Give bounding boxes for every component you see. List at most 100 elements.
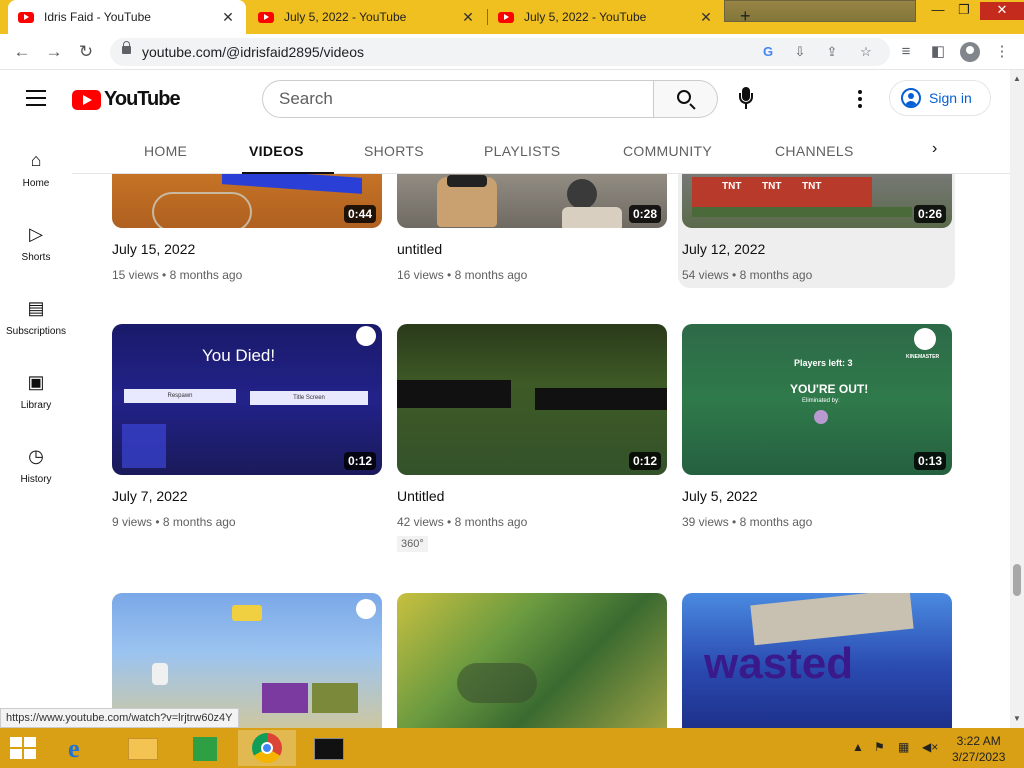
- video-grid: 0:44 July 15, 2022 15 views • 8 months a…: [72, 174, 1010, 728]
- share-icon[interactable]: ⇪: [824, 44, 840, 60]
- video-title[interactable]: untitled: [397, 241, 442, 257]
- page-scrollbar[interactable]: ▲ ▼: [1010, 70, 1024, 728]
- maximize-button[interactable]: ❐: [950, 2, 978, 20]
- browser-tab-active[interactable]: Idris Faid - YouTube ✕: [8, 0, 246, 34]
- settings-kebab-icon[interactable]: [858, 90, 862, 111]
- url-text[interactable]: youtube.com/@idrisfaid2895/videos: [142, 44, 364, 60]
- subscriptions-icon: ▤: [27, 298, 45, 318]
- scroll-down-arrow-icon[interactable]: ▼: [1013, 714, 1021, 723]
- browser-tab[interactable]: July 5, 2022 - YouTube ✕: [488, 0, 724, 34]
- video-thumbnail[interactable]: 0:28: [397, 174, 667, 228]
- mini-guide-sidebar: ⌂ Home ▷ Shorts ▤ Subscriptions ▣ Librar…: [0, 128, 72, 728]
- windows-start-icon[interactable]: [10, 737, 36, 759]
- wasted-text: wasted: [704, 639, 854, 688]
- guide-item-library[interactable]: ▣ Library: [0, 370, 72, 430]
- search-box[interactable]: [262, 80, 654, 118]
- network-icon[interactable]: ▦: [898, 740, 909, 754]
- youtube-play-logo-icon: [72, 89, 101, 110]
- video-views: 42 views: [397, 515, 444, 529]
- video-thumbnail[interactable]: Players left: 3 YOU'RE OUT! Eliminated b…: [682, 324, 952, 475]
- reload-icon[interactable]: ↻: [76, 42, 96, 62]
- video-meta: 39 views • 8 months ago: [682, 515, 813, 529]
- youtube-logo[interactable]: YouTube: [72, 88, 181, 111]
- address-toolbar: ← → ↻ youtube.com/@idrisfaid2895/videos …: [0, 34, 1024, 70]
- kinemaster-watermark: KINEMASTER: [906, 354, 940, 360]
- tab-close-icon[interactable]: ✕: [460, 9, 476, 26]
- voice-search-mic-icon[interactable]: [738, 87, 754, 111]
- guide-item-label: Shorts: [21, 252, 51, 263]
- browser-tab[interactable]: July 5, 2022 - YouTube ✕: [248, 0, 486, 34]
- tab-title: July 5, 2022 - YouTube: [524, 10, 647, 24]
- close-window-button[interactable]: ✕: [980, 2, 1024, 20]
- internet-explorer-taskbar-icon[interactable]: e: [54, 730, 112, 766]
- search-icon: [677, 90, 691, 104]
- video-title[interactable]: Untitled: [397, 488, 444, 504]
- guide-item-shorts[interactable]: ▷ Shorts: [0, 222, 72, 282]
- omnibox[interactable]: youtube.com/@idrisfaid2895/videos G ⇩ ⇪ …: [110, 38, 890, 66]
- video-views: 9 views: [112, 515, 153, 529]
- tab-channels[interactable]: CHANNELS: [775, 143, 854, 159]
- tab-community[interactable]: COMMUNITY: [623, 143, 712, 159]
- reading-list-icon[interactable]: ≡: [896, 42, 916, 62]
- link-status-bubble: https://www.youtube.com/watch?v=lrjtrw60…: [0, 708, 239, 728]
- search-input[interactable]: [263, 81, 653, 117]
- respawn-button-image: Respawn: [124, 389, 236, 403]
- side-panel-icon[interactable]: ◧: [928, 42, 948, 62]
- lock-icon[interactable]: [122, 41, 131, 54]
- profile-avatar-icon[interactable]: [960, 42, 980, 62]
- video-title[interactable]: July 7, 2022: [112, 488, 188, 504]
- menu-hamburger-icon[interactable]: [26, 90, 46, 106]
- chrome-taskbar-icon[interactable]: [238, 730, 296, 766]
- minimize-button[interactable]: —: [924, 2, 952, 20]
- video-views: 39 views: [682, 515, 729, 529]
- guide-item-subscriptions[interactable]: ▤ Subscriptions: [0, 296, 72, 356]
- browser-menu-icon[interactable]: ⋮: [992, 42, 1012, 62]
- tab-shorts[interactable]: SHORTS: [364, 143, 424, 159]
- history-icon: ◷: [28, 446, 44, 466]
- command-prompt-taskbar-icon[interactable]: [300, 730, 358, 766]
- volume-muted-icon[interactable]: ◀×: [922, 740, 938, 754]
- guide-item-history[interactable]: ◷ History: [0, 444, 72, 504]
- file-explorer-taskbar-icon[interactable]: [114, 730, 172, 766]
- taskbar-clock[interactable]: 3:22 AM 3/27/2023: [952, 733, 1005, 765]
- install-app-icon[interactable]: ⇩: [792, 44, 808, 60]
- video-age: 8 months ago: [169, 268, 243, 282]
- tab-close-icon[interactable]: ✕: [220, 9, 236, 26]
- tab-home[interactable]: HOME: [144, 143, 187, 159]
- video-meta: 9 views • 8 months ago: [112, 515, 236, 529]
- video-meta: 42 views • 8 months ago: [397, 515, 528, 529]
- google-lens-icon[interactable]: G: [760, 44, 776, 60]
- video-thumbnail[interactable]: TNT TNT TNT 0:26: [682, 174, 952, 228]
- guide-item-home[interactable]: ⌂ Home: [0, 148, 72, 208]
- sign-in-label: Sign in: [929, 90, 972, 106]
- sign-in-button[interactable]: Sign in: [889, 80, 991, 116]
- forward-arrow-icon[interactable]: →: [44, 42, 64, 62]
- video-title[interactable]: July 12, 2022: [682, 241, 765, 257]
- youtube-favicon-icon: [18, 11, 34, 23]
- bookmark-star-icon[interactable]: ☆: [858, 44, 874, 60]
- tab-playlists[interactable]: PLAYLISTS: [484, 143, 560, 159]
- show-hidden-icons-icon[interactable]: ▲: [852, 740, 864, 754]
- video-age: 8 months ago: [162, 515, 236, 529]
- you-died-text: You Died!: [202, 346, 276, 365]
- search-button[interactable]: [654, 80, 718, 118]
- chevron-right-icon[interactable]: ›: [932, 140, 937, 158]
- new-tab-button[interactable]: +: [740, 6, 751, 27]
- back-arrow-icon[interactable]: ←: [12, 42, 32, 62]
- video-thumbnail[interactable]: wasted: [682, 593, 952, 728]
- tab-close-icon[interactable]: ✕: [698, 9, 714, 26]
- title-screen-button-image: Title Screen: [250, 391, 368, 405]
- video-thumbnail[interactable]: [397, 593, 667, 728]
- video-thumbnail[interactable]: You Died! Respawn Title Screen 0:12: [112, 324, 382, 475]
- video-title[interactable]: July 5, 2022: [682, 488, 758, 504]
- tab-videos[interactable]: VIDEOS: [249, 143, 304, 159]
- video-duration: 0:44: [343, 205, 376, 223]
- store-taskbar-icon[interactable]: [176, 730, 234, 766]
- scroll-up-arrow-icon[interactable]: ▲: [1013, 74, 1021, 83]
- account-circle-icon: [901, 88, 921, 108]
- scrollbar-thumb[interactable]: [1013, 564, 1021, 596]
- video-thumbnail[interactable]: 0:12: [397, 324, 667, 475]
- video-thumbnail[interactable]: 0:44: [112, 174, 382, 228]
- action-center-flag-icon[interactable]: ⚑: [874, 740, 885, 754]
- video-title[interactable]: July 15, 2022: [112, 241, 195, 257]
